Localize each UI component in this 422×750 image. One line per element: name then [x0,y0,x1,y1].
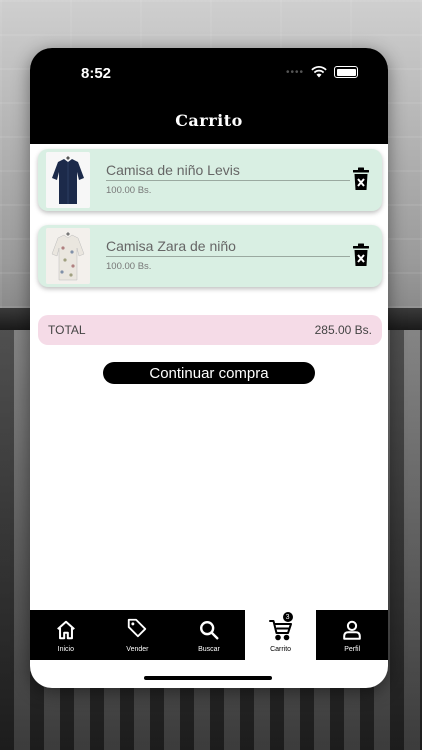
tab-label: Inicio [57,646,74,653]
trash-icon[interactable] [352,167,370,191]
tab-perfil[interactable]: Perfil [316,610,388,660]
item-price: 100.00 Bs. [106,261,152,272]
total-value: 285.00 Bs. [314,323,372,337]
tab-label: Vender [126,646,149,653]
shirt-floral-image [46,228,90,284]
continue-purchase-button[interactable]: Continuar compra [103,362,315,384]
shirt-navy-image [46,152,90,208]
total-label: TOTAL [48,323,86,337]
item-price: 100.00 Bs. [106,185,152,196]
item-name: Camisa de niño Levis [106,162,240,178]
user-icon [343,620,361,640]
wifi-icon [311,66,327,78]
phone-screen: 8:52 •••• Carrito Camisa de niño Levis 1… [30,48,388,688]
item-name: Camisa Zara de niño [106,238,236,254]
page-title: Carrito [175,111,243,130]
bottom-tab-bar: Inicio Vender Buscar 3 Carrito Perfil [30,610,388,660]
tab-buscar[interactable]: Buscar [173,610,245,660]
tab-inicio[interactable]: Inicio [30,610,102,660]
header-bar: 8:52 •••• Carrito [30,48,388,144]
battery-icon [334,66,358,78]
cart-count-badge: 3 [281,611,294,623]
tab-carrito[interactable]: 3 Carrito [244,610,317,660]
home-indicator[interactable] [144,676,272,680]
total-row: TOTAL 285.00 Bs. [38,315,382,345]
cart-item[interactable]: Camisa Zara de niño 100.00 Bs. [38,225,382,287]
cellular-signal-icon: •••• [285,66,304,78]
tag-icon [128,618,147,638]
tab-vender[interactable]: Vender [102,610,174,660]
tab-label: Perfil [344,646,361,653]
tab-label: Buscar [198,646,220,653]
search-icon [200,621,219,640]
divider [106,256,350,257]
status-time: 8:52 [81,65,112,82]
tab-label: Carrito [270,646,292,653]
cart-item[interactable]: Camisa de niño Levis 100.00 Bs. [38,149,382,211]
status-icons: •••• [286,66,358,78]
trash-icon[interactable] [352,243,370,267]
home-icon [56,620,75,640]
divider [106,180,350,181]
